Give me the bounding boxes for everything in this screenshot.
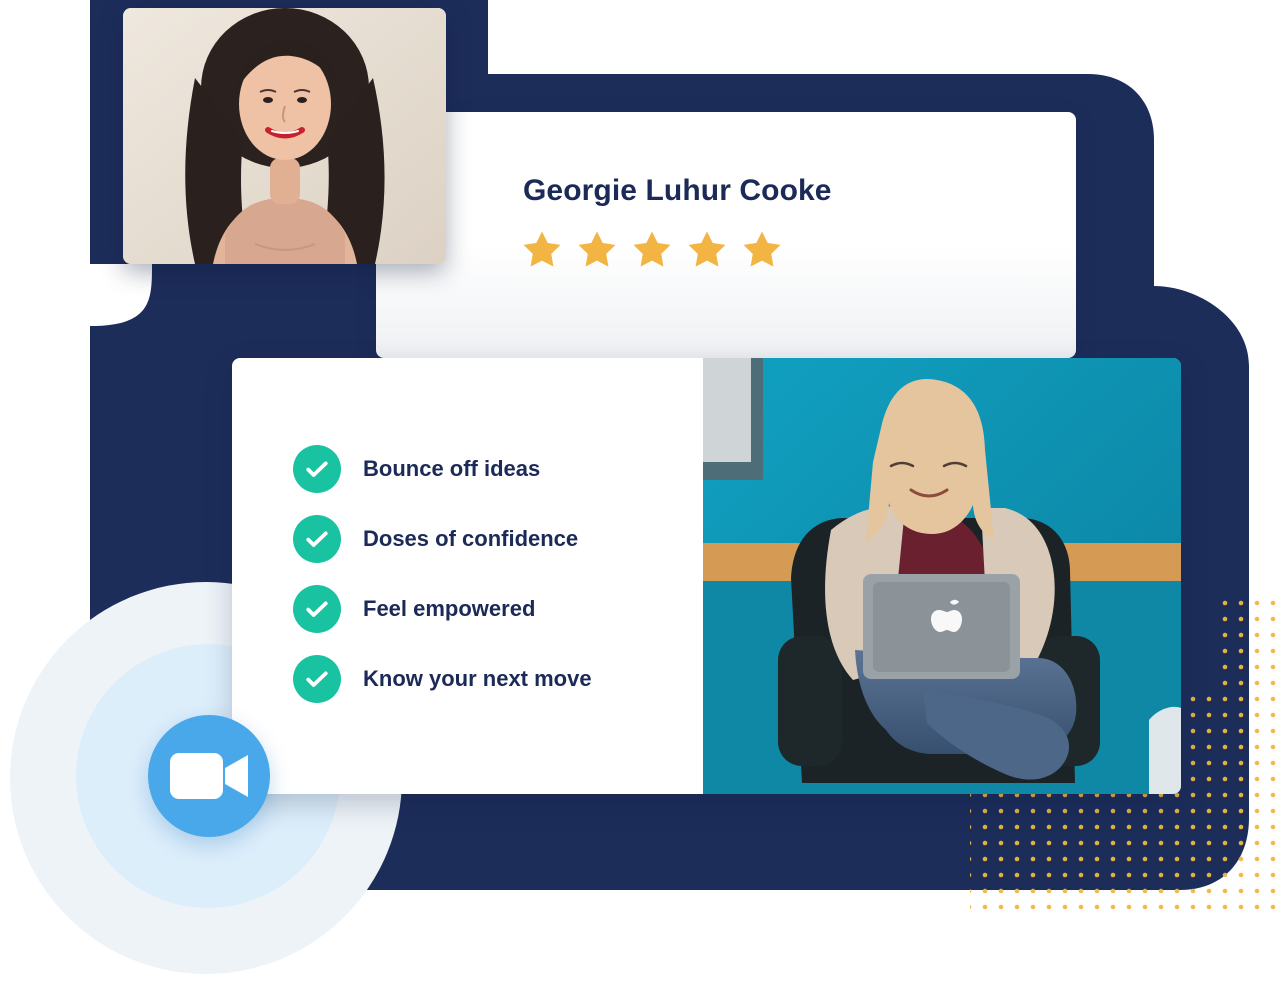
list-item: Doses of confidence xyxy=(293,515,693,586)
benefit-label: Feel empowered xyxy=(363,596,536,621)
star-icon xyxy=(523,231,561,267)
benefits-card: Bounce off ideas Doses of confidence Fee… xyxy=(232,358,1181,794)
star-icon xyxy=(633,231,671,267)
rating-stars xyxy=(518,228,786,274)
star-icon xyxy=(578,231,616,267)
student-photo xyxy=(703,358,1181,794)
list-item: Know your next move xyxy=(293,655,693,726)
benefit-label: Doses of confidence xyxy=(363,526,579,551)
list-item: Feel empowered xyxy=(293,585,693,656)
profile-avatar-photo xyxy=(123,8,446,264)
benefit-label: Know your next move xyxy=(363,666,592,691)
profile-name: Georgie Luhur Cooke xyxy=(523,174,832,207)
check-circle-icon xyxy=(293,655,341,703)
check-circle-icon xyxy=(293,515,341,563)
list-item: Bounce off ideas xyxy=(293,445,693,516)
benefit-label: Bounce off ideas xyxy=(363,456,541,481)
video-call-button[interactable] xyxy=(148,715,270,837)
profile-card: Georgie Luhur Cooke xyxy=(376,112,1076,358)
star-icon xyxy=(688,231,726,267)
check-circle-icon xyxy=(293,585,341,633)
benefits-list: Bounce off ideas Doses of confidence Fee… xyxy=(293,445,693,726)
star-icon xyxy=(743,231,781,267)
testimonial-hero: Georgie Luhur Cooke Bounce off ideas Dos… xyxy=(0,0,1281,981)
check-circle-icon xyxy=(293,445,341,493)
video-camera-icon xyxy=(170,753,248,799)
